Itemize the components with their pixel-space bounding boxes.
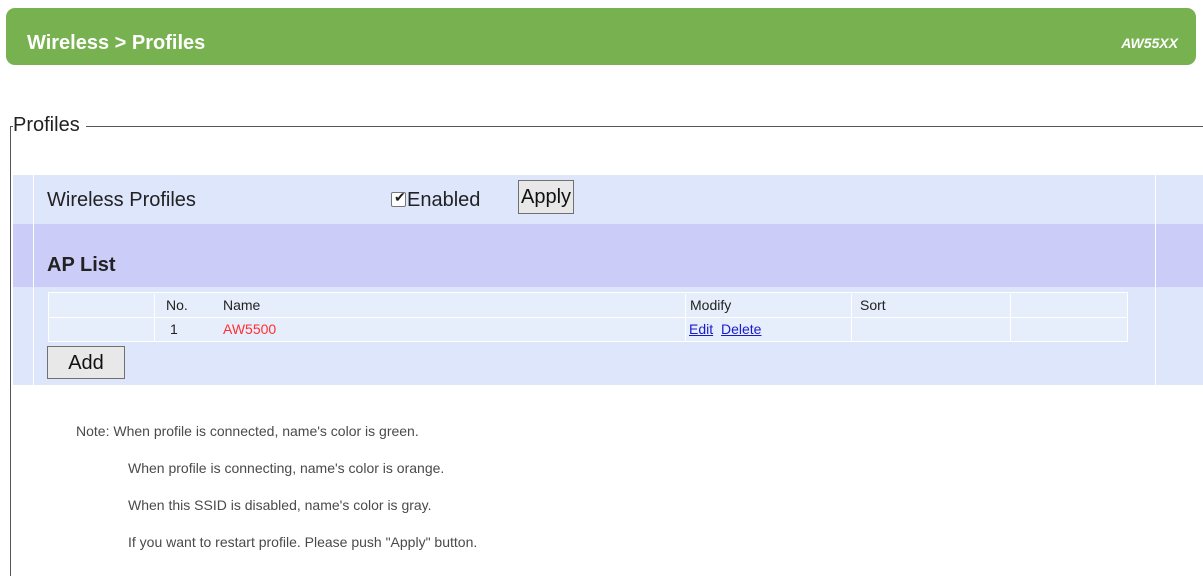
checkmark-icon: ✔ (394, 189, 406, 205)
column-header-no: No. (166, 297, 188, 313)
edit-link[interactable]: Edit (689, 320, 713, 338)
column-header-modify: Modify (690, 297, 732, 313)
enabled-label: Enabled (407, 189, 481, 211)
device-model: AW55XX (1121, 35, 1178, 51)
table-divider (1010, 294, 1011, 342)
enabled-checkbox[interactable]: ✔ (391, 189, 406, 207)
profile-name: AW5500 (223, 321, 277, 337)
ap-list-table: No. Name Modify Sort 1 AW5500 Edit Delet… (48, 292, 1128, 342)
apply-button[interactable]: Apply (518, 180, 575, 214)
column-header-name: Name (223, 297, 261, 313)
table-divider (685, 294, 686, 342)
note-line: When this SSID is disabled, name's color… (128, 497, 432, 513)
table-divider (851, 294, 852, 342)
note-line: Note: When profile is connected, name's … (76, 423, 419, 439)
row-number: 1 (170, 321, 178, 337)
note-line: If you want to restart profile. Please p… (128, 534, 478, 550)
page-header: Wireless > Profiles AW55XX (6, 8, 1196, 65)
column-divider (33, 175, 34, 385)
table-row-divider (49, 317, 1127, 318)
column-divider (1155, 175, 1156, 385)
table-divider (154, 294, 155, 342)
profiles-panel: Wireless Profiles ✔ Enabled Apply AP Lis… (13, 175, 1203, 385)
column-header-sort: Sort (860, 297, 886, 313)
note-line: When profile is connecting, name's color… (128, 460, 445, 476)
add-button[interactable]: Add (47, 346, 125, 379)
ap-list-title: AP List (47, 254, 116, 276)
ap-list-header-row (13, 224, 1203, 287)
page-title: Wireless > Profiles (27, 32, 206, 54)
wireless-profiles-label: Wireless Profiles (47, 189, 196, 211)
delete-link[interactable]: Delete (721, 320, 761, 338)
profiles-legend: Profiles (13, 113, 86, 137)
